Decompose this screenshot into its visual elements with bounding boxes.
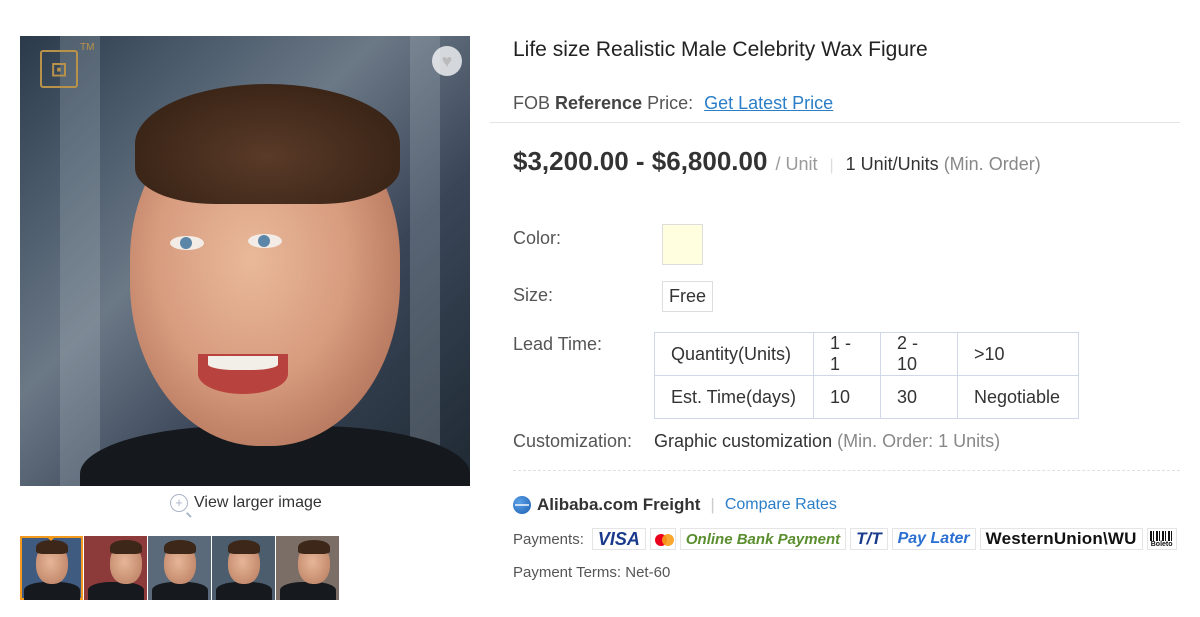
table-cell: Est. Time(days) xyxy=(654,375,814,419)
size-option-free[interactable]: Free xyxy=(662,281,714,312)
freight-separator: | xyxy=(710,495,715,514)
favorite-button[interactable]: ♥ xyxy=(432,46,462,76)
freight-row: Alibaba.com Freight | Compare Rates xyxy=(513,495,837,515)
table-row: Est. Time(days) 10 30 Negotiable xyxy=(654,375,1079,419)
view-larger-label: View larger image xyxy=(194,494,322,511)
thumb-hair xyxy=(164,540,196,554)
payments-label: Payments: xyxy=(513,530,584,548)
figure-mouth xyxy=(198,354,288,394)
dashed-divider xyxy=(513,470,1180,471)
boleto-badge: Boleto xyxy=(1146,528,1177,550)
mastercard-icon xyxy=(649,528,676,550)
table-cell: Quantity(Units) xyxy=(654,332,814,376)
fob-reference: Reference xyxy=(555,93,643,113)
table-cell: Negotiable xyxy=(957,375,1079,419)
size-label: Size: xyxy=(513,285,554,305)
compare-rates-link[interactable]: Compare Rates xyxy=(725,496,837,514)
get-latest-price-link[interactable]: Get Latest Price xyxy=(704,93,833,113)
watermark-tm: TM xyxy=(80,42,95,53)
divider xyxy=(490,122,1180,123)
main-product-image[interactable]: ⊡ TM ♥ xyxy=(20,36,470,486)
tt-badge: T/T xyxy=(850,528,888,550)
table-cell: >10 xyxy=(957,332,1079,376)
price-separator: | xyxy=(829,157,834,174)
freight-brand: Alibaba.com Freight xyxy=(537,495,701,514)
table-cell: 2 - 10 xyxy=(880,332,958,376)
western-union-badge: WesternUnion\WU xyxy=(979,528,1143,550)
moq-note: (Min. Order) xyxy=(943,154,1041,174)
thumb-hair xyxy=(228,540,260,554)
thumb-hair xyxy=(110,540,142,554)
watermark-logo-icon: ⊡ xyxy=(40,50,78,88)
background-pillar xyxy=(60,36,100,486)
thumb-shirt xyxy=(216,582,272,600)
barcode-icon xyxy=(1149,530,1174,541)
price-range: $3,200.00 - $6,800.00 xyxy=(513,146,768,176)
thumb-hair xyxy=(36,540,68,554)
customization-label: Customization: xyxy=(513,431,633,451)
visa-badge: VISA xyxy=(591,528,646,550)
customization-value: Graphic customization (Min. Order: 1 Uni… xyxy=(654,431,1000,452)
moq-value: 1 Unit/Units xyxy=(845,154,939,174)
thumb-shirt xyxy=(88,582,144,600)
fob-suffix: Price: xyxy=(647,93,694,113)
fob-price-line: FOB Reference Price: Get Latest Price xyxy=(513,93,833,114)
figure-eye-right xyxy=(248,234,282,248)
customization-text: Graphic customization xyxy=(654,431,833,451)
table-cell: 10 xyxy=(813,375,881,419)
thumbnail-4[interactable] xyxy=(212,536,275,600)
product-title: Life size Realistic Male Celebrity Wax F… xyxy=(513,38,928,61)
price-unit: / Unit xyxy=(775,154,818,174)
view-larger-image-link[interactable]: + View larger image xyxy=(170,494,322,512)
heart-icon: ♥ xyxy=(441,50,453,71)
thumb-shirt xyxy=(24,582,80,600)
thumbnail-3[interactable] xyxy=(148,536,211,600)
online-bank-payment-badge: Online Bank Payment xyxy=(679,528,847,550)
thumb-hair xyxy=(298,540,330,554)
pay-later-badge: Pay Later xyxy=(891,528,976,550)
thumb-shirt xyxy=(280,582,336,600)
thumbnail-2[interactable] xyxy=(84,536,147,600)
thumbnail-1[interactable] xyxy=(20,536,83,600)
payment-terms: Payment Terms: Net-60 xyxy=(513,564,671,581)
color-label: Color: xyxy=(513,228,562,248)
price-row: $3,200.00 - $6,800.00 / Unit | 1 Unit/Un… xyxy=(513,146,1041,177)
zoom-in-icon: + xyxy=(170,494,188,512)
color-swatch[interactable] xyxy=(662,224,703,265)
globe-icon xyxy=(513,496,531,514)
figure-hair xyxy=(135,84,400,204)
lead-time-table: Quantity(Units) 1 - 1 2 - 10 >10 Est. Ti… xyxy=(654,332,1079,419)
thumbnail-strip xyxy=(20,536,339,600)
table-cell: 30 xyxy=(880,375,958,419)
background-pillar xyxy=(410,36,440,486)
table-row: Quantity(Units) 1 - 1 2 - 10 >10 xyxy=(654,332,1079,376)
customization-note: (Min. Order: 1 Units) xyxy=(837,431,1001,451)
table-cell: 1 - 1 xyxy=(813,332,881,376)
fob-prefix: FOB xyxy=(513,93,551,113)
figure-eye-left xyxy=(170,236,204,250)
thumbnail-5[interactable] xyxy=(276,536,339,600)
thumb-shirt xyxy=(152,582,208,600)
payments-row: Payments: VISA Online Bank Payment T/T P… xyxy=(513,528,1181,550)
lead-time-label: Lead Time: xyxy=(513,334,603,354)
min-order: 1 Unit/Units (Min. Order) xyxy=(846,154,1041,175)
boleto-label: Boleto xyxy=(1150,540,1173,548)
